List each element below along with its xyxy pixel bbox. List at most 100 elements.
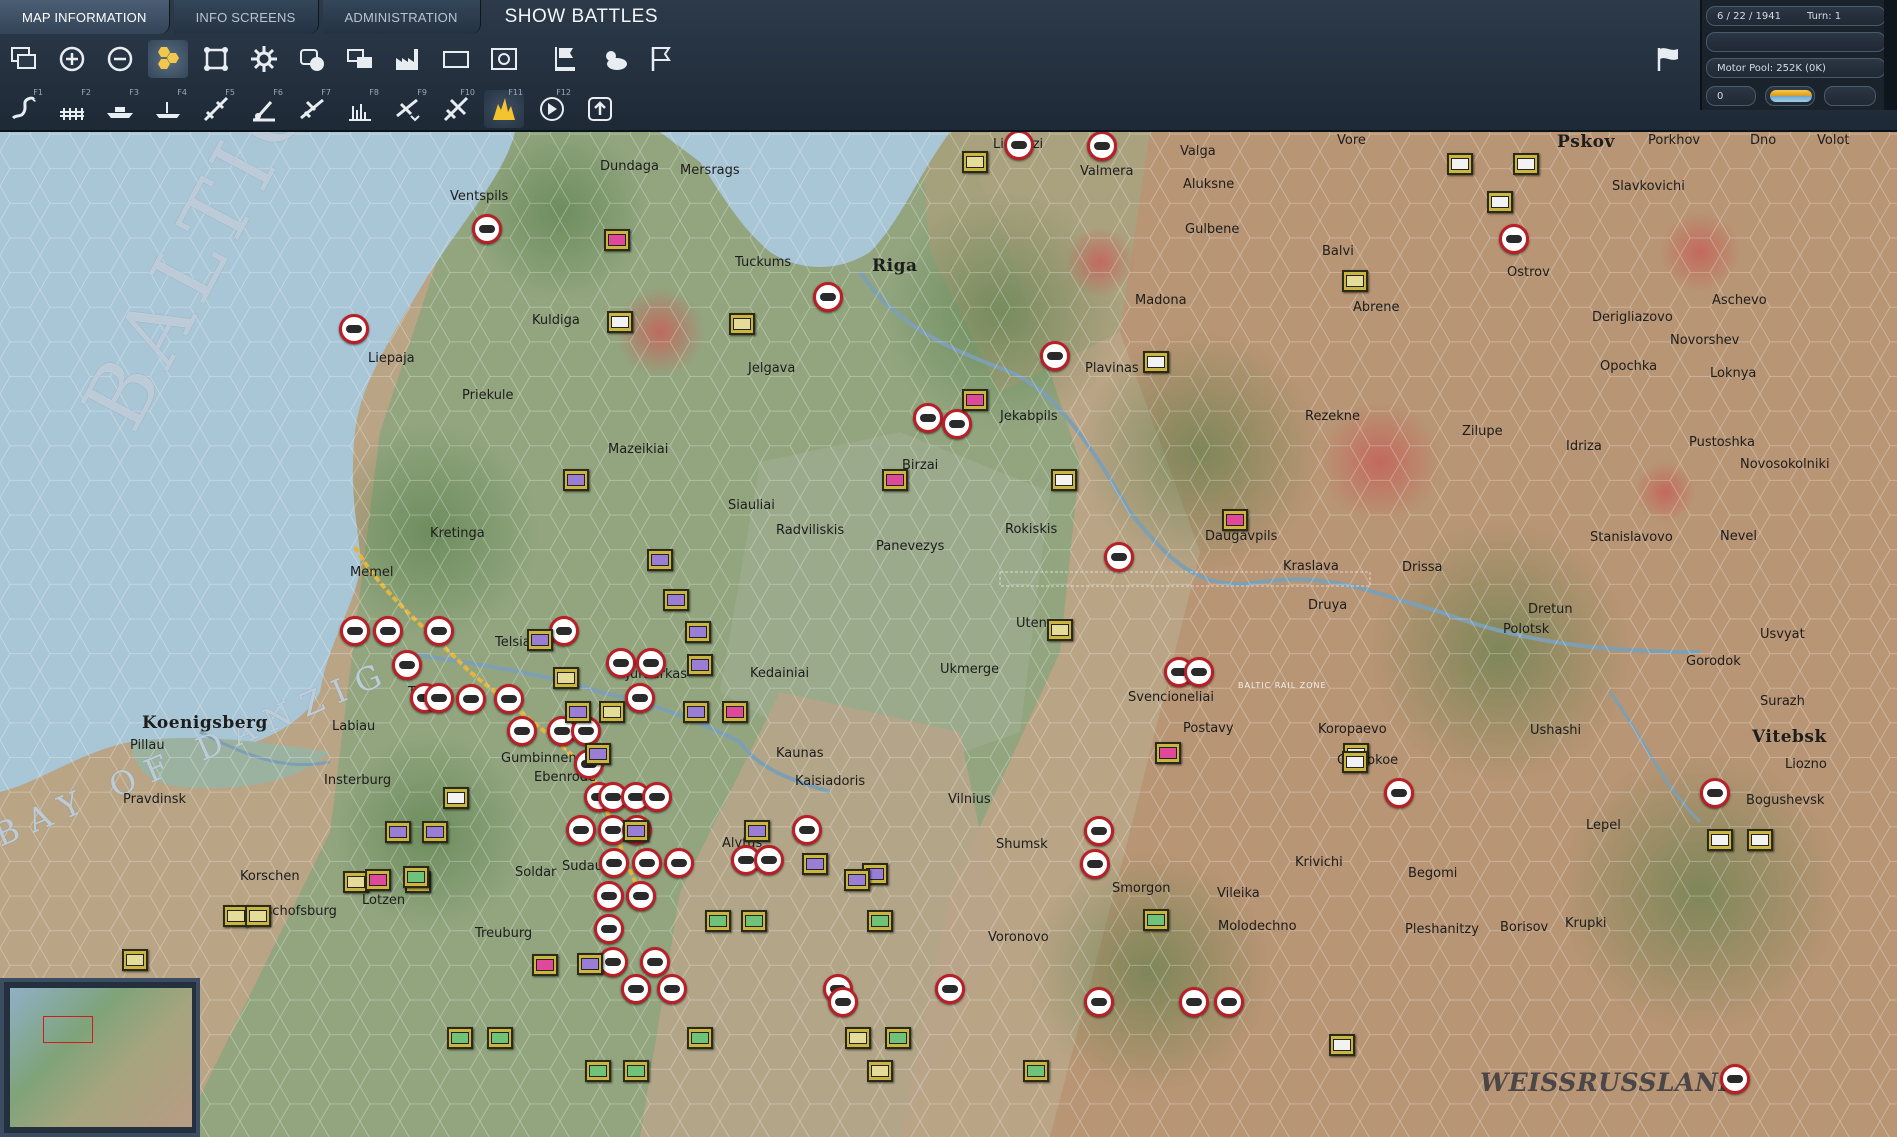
soviet-unit-counter[interactable] (553, 667, 579, 689)
soviet-unit-counter[interactable] (623, 820, 649, 842)
german-unit-counter[interactable] (494, 684, 524, 714)
soviet-unit-counter[interactable] (1222, 509, 1248, 531)
view-frame-icon[interactable] (484, 40, 524, 78)
german-unit-counter[interactable] (1214, 987, 1244, 1017)
soviet-unit-counter[interactable] (403, 866, 429, 888)
zoom-out-icon[interactable] (100, 40, 140, 78)
german-unit-counter[interactable] (1084, 816, 1114, 846)
soviet-unit-counter[interactable] (1023, 1060, 1049, 1082)
german-unit-counter[interactable] (1080, 849, 1110, 879)
german-unit-counter[interactable] (1720, 1064, 1750, 1094)
soviet-unit-counter[interactable] (607, 311, 633, 333)
soviet-unit-counter[interactable] (447, 1027, 473, 1049)
soviet-unit-counter[interactable] (577, 953, 603, 975)
soviet-unit-counter[interactable] (683, 701, 709, 723)
scrollbar[interactable] (1884, 0, 1897, 110)
german-unit-counter[interactable] (642, 782, 672, 812)
soviet-unit-counter[interactable] (623, 1060, 649, 1082)
turn-arrow-icon[interactable]: F12 (532, 88, 572, 128)
soviet-unit-counter[interactable] (563, 469, 589, 491)
tab-administration[interactable]: ADMINISTRATION (322, 0, 481, 34)
soviet-unit-counter[interactable] (685, 621, 711, 643)
tab-map-information[interactable]: MAP INFORMATION (0, 0, 170, 34)
soviet-unit-counter[interactable] (1143, 909, 1169, 931)
soviet-unit-counter[interactable] (802, 853, 828, 875)
soviet-unit-counter[interactable] (687, 1027, 713, 1049)
minimap[interactable] (0, 978, 200, 1137)
soviet-unit-counter[interactable] (687, 654, 713, 676)
soviet-unit-counter[interactable] (1487, 191, 1513, 213)
factory-icon[interactable] (388, 40, 428, 78)
soviet-unit-counter[interactable] (867, 1060, 893, 1082)
artillery-icon[interactable]: F6 (244, 88, 284, 128)
upload-icon[interactable] (580, 90, 620, 128)
soviet-unit-counter[interactable] (741, 910, 767, 932)
soviet-unit-counter[interactable] (1747, 829, 1773, 851)
soviet-unit-counter[interactable] (487, 1027, 513, 1049)
german-unit-counter[interactable] (599, 848, 629, 878)
german-unit-counter[interactable] (1104, 542, 1134, 572)
german-unit-counter[interactable] (392, 650, 422, 680)
german-unit-counter[interactable] (813, 282, 843, 312)
layers-icon[interactable] (340, 40, 380, 78)
soviet-unit-counter[interactable] (882, 469, 908, 491)
german-unit-counter[interactable] (621, 974, 651, 1004)
soviet-unit-counter[interactable] (1051, 469, 1077, 491)
soviet-unit-counter[interactable] (663, 589, 689, 611)
soviet-unit-counter[interactable] (122, 949, 148, 971)
fighter-icon[interactable]: F10 (436, 88, 476, 128)
overlay-shapes-icon[interactable] (292, 40, 332, 78)
german-unit-counter[interactable] (664, 848, 694, 878)
german-unit-counter[interactable] (640, 947, 670, 977)
soviet-unit-counter[interactable] (885, 1027, 911, 1049)
flag-icon[interactable] (642, 40, 682, 78)
soviet-unit-counter[interactable] (1329, 1034, 1355, 1056)
bomber-icon[interactable]: F9 (388, 88, 428, 128)
soviet-unit-counter[interactable] (365, 869, 391, 891)
soviet-unit-counter[interactable] (744, 820, 770, 842)
german-unit-counter[interactable] (424, 616, 454, 646)
german-unit-counter[interactable] (594, 914, 624, 944)
german-unit-counter[interactable] (636, 648, 666, 678)
soviet-unit-counter[interactable] (385, 821, 411, 843)
german-unit-counter[interactable] (606, 648, 636, 678)
german-unit-counter[interactable] (424, 683, 454, 713)
soviet-unit-counter[interactable] (245, 905, 271, 927)
german-unit-counter[interactable] (632, 848, 662, 878)
weather-indicator[interactable] (1765, 86, 1815, 106)
soviet-unit-counter[interactable] (1513, 153, 1539, 175)
german-unit-counter[interactable] (1184, 657, 1214, 687)
soviet-unit-counter[interactable] (1447, 153, 1473, 175)
aircraft-icon[interactable]: F7 (292, 88, 332, 128)
german-unit-counter[interactable] (935, 974, 965, 1004)
german-unit-counter[interactable] (1384, 778, 1414, 808)
german-unit-counter[interactable] (942, 409, 972, 439)
german-unit-counter[interactable] (566, 815, 596, 845)
german-unit-counter[interactable] (1179, 987, 1209, 1017)
german-unit-counter[interactable] (472, 214, 502, 244)
german-unit-counter[interactable] (340, 616, 370, 646)
german-unit-counter[interactable] (373, 616, 403, 646)
german-unit-counter[interactable] (792, 815, 822, 845)
german-unit-counter[interactable] (828, 987, 858, 1017)
soviet-unit-counter[interactable] (705, 910, 731, 932)
naval-icon[interactable]: F4 (148, 88, 188, 128)
german-unit-counter[interactable] (549, 616, 579, 646)
flag-down-icon[interactable] (546, 40, 586, 78)
soviet-unit-counter[interactable] (565, 701, 591, 723)
settings-gear-icon[interactable] (244, 40, 284, 78)
german-unit-counter[interactable] (1040, 341, 1070, 371)
german-unit-counter[interactable] (507, 716, 537, 746)
german-unit-counter[interactable] (626, 881, 656, 911)
weather-icon[interactable] (594, 40, 634, 78)
soviet-unit-counter[interactable] (1155, 742, 1181, 764)
soviet-unit-counter[interactable] (1342, 751, 1368, 773)
multi-window-icon[interactable] (4, 40, 44, 78)
soviet-unit-counter[interactable] (1342, 270, 1368, 292)
soviet-unit-counter[interactable] (604, 229, 630, 251)
ship-icon[interactable]: F3 (100, 88, 140, 128)
german-unit-counter[interactable] (456, 684, 486, 714)
soviet-unit-counter[interactable] (599, 701, 625, 723)
frame-icon[interactable] (196, 40, 236, 78)
rail-icon[interactable]: F2 (52, 88, 92, 128)
